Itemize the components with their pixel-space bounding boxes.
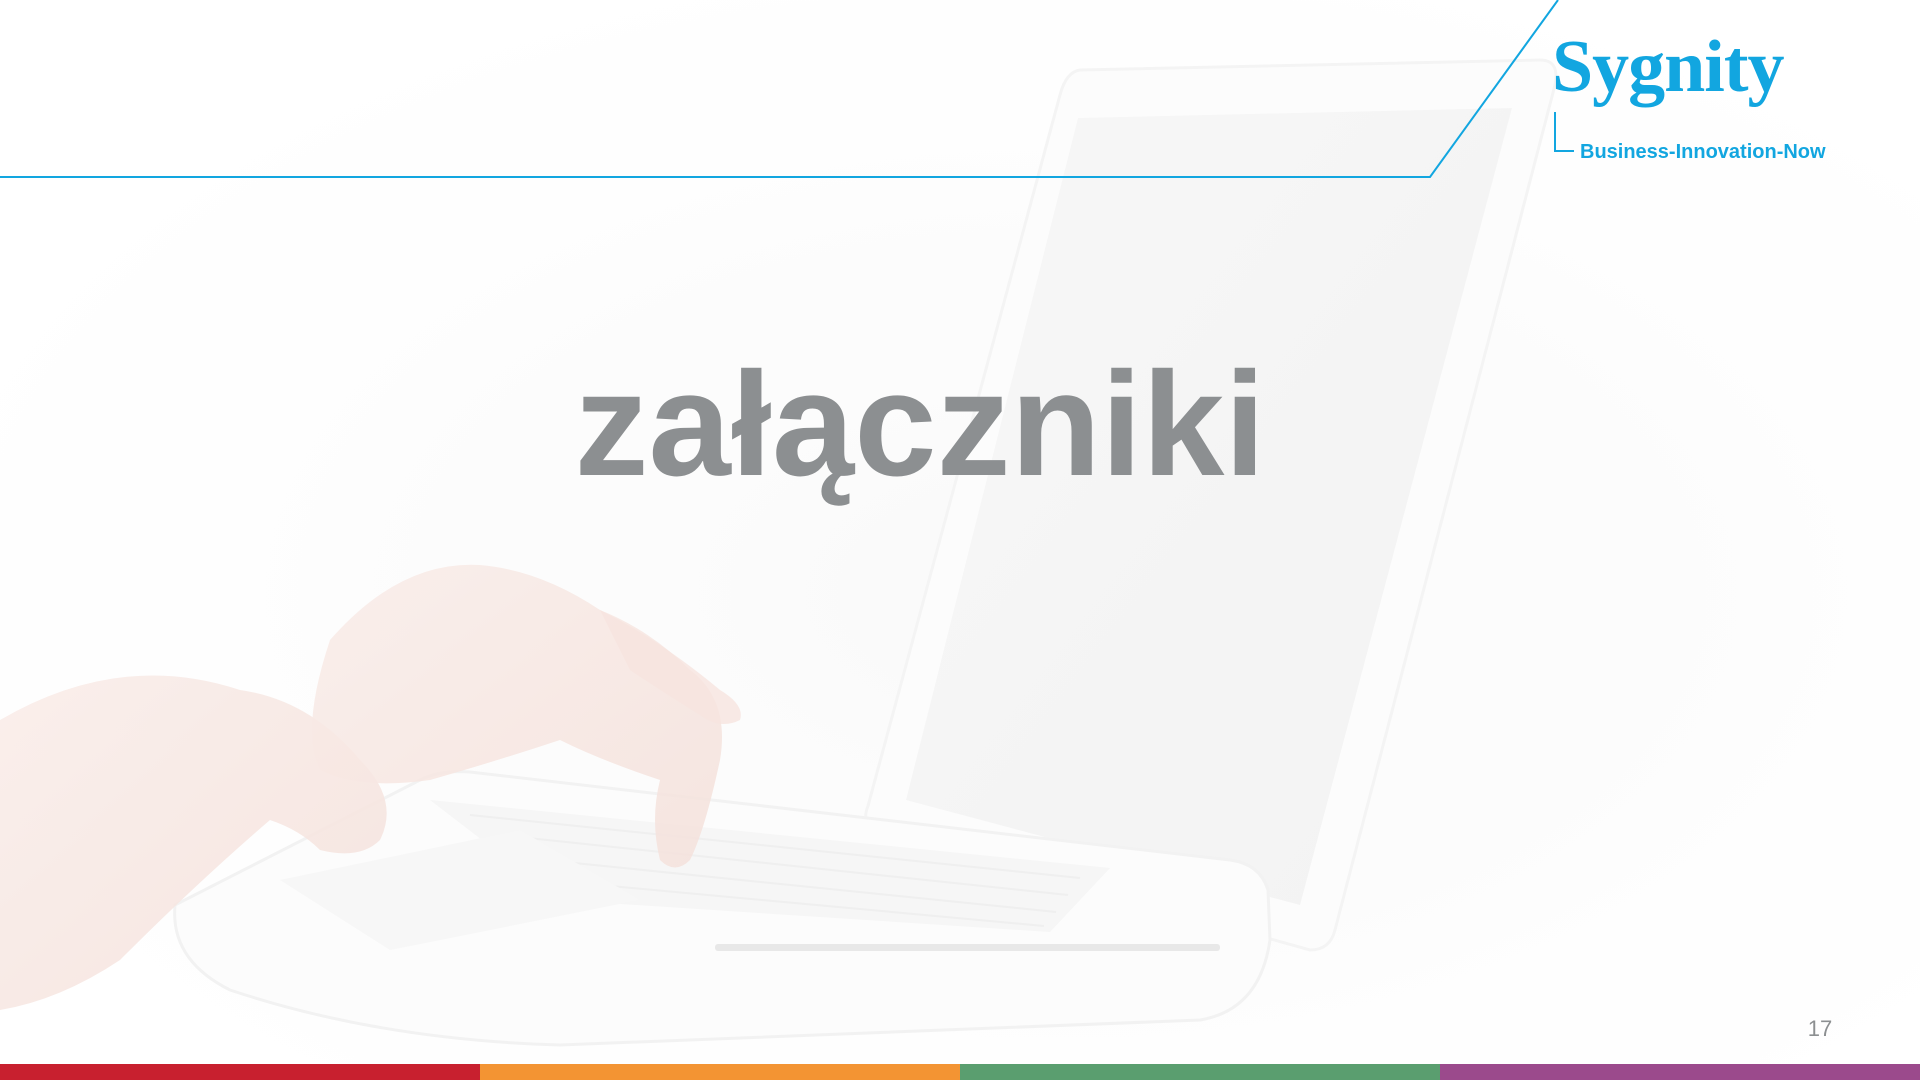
sygnity-logo: Sygnity Business-Innovation-Now: [1548, 22, 1878, 172]
footer-segment-purple: [1440, 1064, 1920, 1080]
page-number: 17: [1807, 1016, 1833, 1041]
logo-bracket: [1554, 112, 1574, 152]
footer-segment-orange: [480, 1064, 960, 1080]
slide: Sygnity Business-Innovation-Now załączni…: [0, 0, 1920, 1080]
footer-color-bar: [0, 1064, 1920, 1080]
logo-wordmark: Sygnity: [1552, 26, 1785, 108]
slide-title-text: załączniki: [574, 342, 1266, 507]
footer-segment-red: [0, 1064, 480, 1080]
slide-title: załączniki: [0, 340, 1920, 510]
logo-tagline: Business-Innovation-Now: [1580, 141, 1826, 163]
footer-segment-green: [960, 1064, 1440, 1080]
